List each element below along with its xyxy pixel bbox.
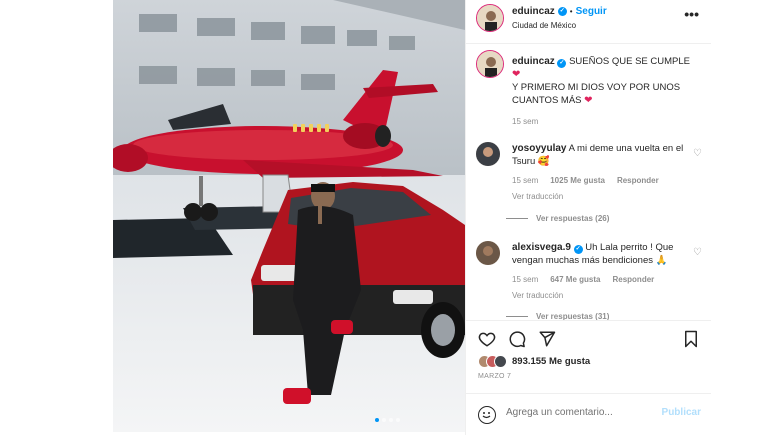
post-header: eduincaz ✓ • Seguir Ciudad de México ••• <box>466 0 711 44</box>
translate-link[interactable]: Ver traducción <box>512 289 692 302</box>
author-avatar[interactable] <box>476 4 504 32</box>
comment-body: alexisvega.9 ✓ Uh Lala perrito ! Que ven… <box>512 241 692 302</box>
commenter-username[interactable]: alexisvega.9 <box>512 242 571 253</box>
comment-bubble-icon[interactable] <box>508 330 526 348</box>
caption-username[interactable]: eduincaz <box>512 56 555 67</box>
heart-emoji: ❤ <box>584 95 593 106</box>
view-replies-label: Ver respuestas (26) <box>536 214 610 223</box>
instagram-post-modal: › eduincaz ✓ • Seguir Ciudad d <box>0 0 768 435</box>
comment-time: 15 sem <box>512 176 539 185</box>
comment-meta: 15 sem 647 Me gusta Responder <box>512 273 692 286</box>
view-replies-button[interactable]: Ver respuestas (26) <box>506 214 609 223</box>
caption-avatar[interactable] <box>476 50 504 78</box>
share-send-icon[interactable] <box>538 330 556 348</box>
caption-time: 15 sem <box>512 117 539 126</box>
comment-likes[interactable]: 1025 Me gusta <box>550 174 605 187</box>
avatar-image <box>476 241 500 265</box>
heart-emoji: ❤ <box>512 69 521 80</box>
post-photo[interactable]: › <box>113 0 465 432</box>
avatar-image <box>477 5 503 31</box>
reply-button[interactable]: Responder <box>617 174 659 187</box>
commenter-avatar[interactable] <box>476 241 500 265</box>
translate-link[interactable]: Ver traducción <box>512 190 692 203</box>
follow-button[interactable]: Seguir <box>576 6 607 17</box>
liker-avatars <box>478 355 507 368</box>
add-comment-bar: Publicar <box>466 393 711 435</box>
publish-button[interactable]: Publicar <box>662 407 701 418</box>
smiley-glyph <box>482 412 491 419</box>
verified-badge-icon: ✓ <box>557 7 567 16</box>
more-options-icon[interactable]: ••• <box>684 6 699 22</box>
comment-likes[interactable]: 647 Me gusta <box>550 273 600 286</box>
carousel-dot <box>382 418 386 422</box>
post-side-panel: eduincaz ✓ • Seguir Ciudad de México •••… <box>465 0 711 435</box>
comment-time: 15 sem <box>512 275 539 284</box>
comment-input[interactable] <box>506 407 656 418</box>
replies-line <box>506 316 528 317</box>
like-heart-icon[interactable] <box>478 330 496 348</box>
carousel-dot <box>375 418 379 422</box>
save-bookmark-icon[interactable] <box>682 330 700 348</box>
author-username[interactable]: eduincaz <box>512 6 555 17</box>
comment-like-heart-icon[interactable]: ♡ <box>693 247 702 258</box>
comment-meta: 15 sem 1025 Me gusta Responder <box>512 174 692 187</box>
likes-count[interactable]: 893.155 Me gusta <box>512 356 590 367</box>
carousel-dot <box>396 418 400 422</box>
verified-badge-icon: ✓ <box>573 245 583 254</box>
carousel-dots <box>375 418 400 422</box>
likes-row[interactable]: 893.155 Me gusta <box>478 355 590 368</box>
emoji-icon[interactable] <box>478 406 496 424</box>
heart-outline-glyph <box>478 332 496 347</box>
caption-text: eduincaz ✓ SUEÑOS QUE SE CUMPLE ❤ Y PRIM… <box>512 55 708 128</box>
comment-like-heart-icon[interactable]: ♡ <box>693 148 702 159</box>
comment-emoji: 🙏 <box>655 255 668 266</box>
post-date: MARZO 7 <box>478 373 512 380</box>
commenter-avatar[interactable] <box>476 142 500 166</box>
post-location[interactable]: Ciudad de México <box>512 21 576 30</box>
commenter-username[interactable]: yosoyyulay <box>512 143 566 154</box>
post-actions: 893.155 Me gusta MARZO 7 Publicar <box>466 320 711 435</box>
verified-badge-icon: ✓ <box>557 59 567 68</box>
avatar-image <box>476 142 500 166</box>
photo-illustration <box>113 0 465 432</box>
carousel-dot <box>389 418 393 422</box>
bubble-glyph <box>509 331 526 348</box>
reply-button[interactable]: Responder <box>612 273 654 286</box>
caption-line-1: SUEÑOS QUE SE CUMPLE <box>569 56 690 67</box>
avatar-image <box>477 51 503 77</box>
header-user-row: eduincaz ✓ • Seguir <box>512 6 607 17</box>
send-glyph <box>539 331 556 347</box>
liker-avatar <box>494 355 507 368</box>
replies-line <box>506 218 528 219</box>
bookmark-glyph <box>685 330 697 348</box>
comment-emoji: 🥰 <box>537 156 550 167</box>
comment-body: yosoyyulay A mi deme una vuelta en el Ts… <box>512 142 692 203</box>
caption-line-2: Y PRIMERO MI DIOS VOY POR UNOS CUANTOS M… <box>512 82 681 106</box>
separator-dot: • <box>569 7 573 16</box>
